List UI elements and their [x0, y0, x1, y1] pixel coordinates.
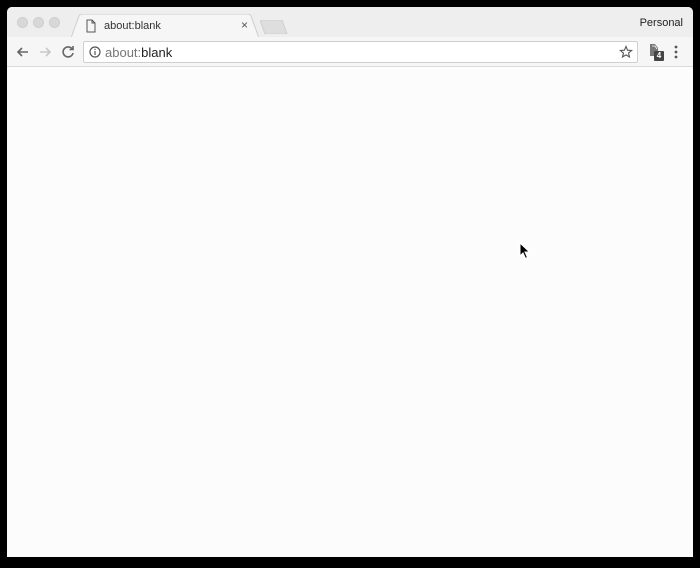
forward-arrow-icon[interactable]: [37, 44, 53, 60]
extension-badge: 4: [654, 51, 664, 61]
page-content[interactable]: [7, 67, 693, 557]
back-arrow-icon[interactable]: [15, 44, 31, 60]
minimize-window-button[interactable]: [33, 17, 44, 28]
bookmark-star-icon[interactable]: [619, 45, 633, 59]
url-scheme: about:: [105, 45, 142, 60]
tab-close-icon[interactable]: ×: [241, 18, 248, 32]
maximize-window-button[interactable]: [49, 17, 60, 28]
info-icon[interactable]: [89, 46, 101, 58]
url-text[interactable]: about:blank: [105, 45, 172, 60]
extension-button[interactable]: 4: [649, 43, 665, 61]
tab-shape: [71, 14, 259, 38]
title-bar: about:blank × Personal: [7, 7, 693, 38]
menu-dots-icon[interactable]: [673, 44, 679, 60]
reload-icon[interactable]: [60, 44, 76, 60]
new-tab-button[interactable]: [260, 20, 288, 34]
toolbar: about:blank 4: [7, 37, 693, 67]
address-bar[interactable]: about:blank: [83, 41, 638, 63]
url-path: blank: [141, 45, 173, 60]
browser-window: about:blank × Personal about:blank 4: [7, 7, 693, 557]
tab-title: about:blank: [104, 20, 161, 32]
document-icon: [86, 19, 96, 33]
tab-about-blank[interactable]: about:blank ×: [71, 14, 259, 38]
mouse-cursor-icon: [519, 242, 531, 260]
close-window-button[interactable]: [17, 17, 28, 28]
profile-button[interactable]: Personal: [640, 17, 683, 29]
